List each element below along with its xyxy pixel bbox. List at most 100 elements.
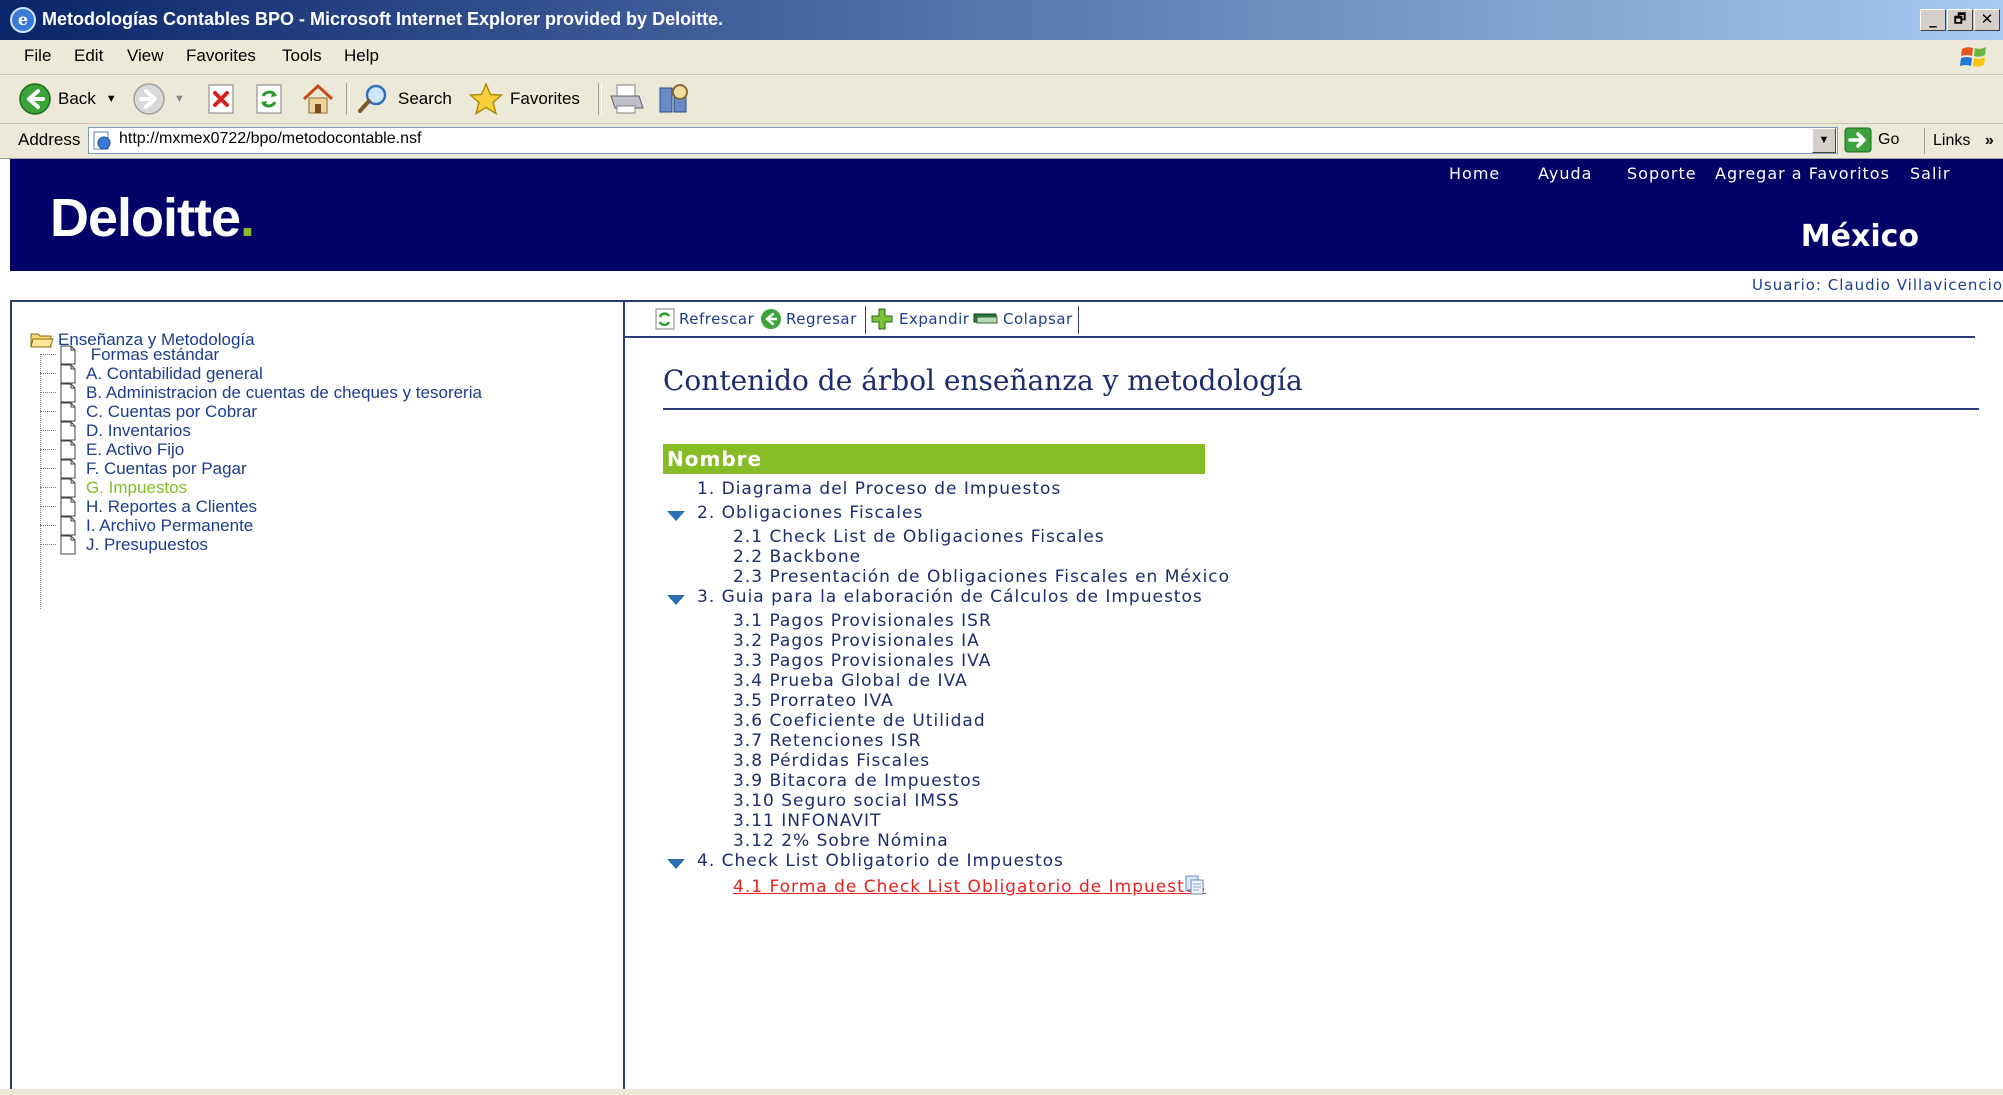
action-bar: Refrescar Regresar Expandir Colapsar — [625, 304, 1975, 338]
site-header: Deloitte. Home Ayuda Soporte Agregar a F… — [10, 159, 2003, 271]
tree-row[interactable]: 2.2 Backbone — [733, 547, 861, 567]
address-label: Address — [18, 130, 81, 149]
back-label: Regresar — [786, 310, 857, 328]
form-link-check-list[interactable]: 4.1 Forma de Check List Obligatorio de I… — [733, 877, 1206, 897]
tree-row[interactable]: 4. Check List Obligatorio de Impuestos — [697, 851, 1064, 871]
stop-icon — [208, 84, 234, 114]
star-icon — [468, 82, 504, 116]
nav-soporte[interactable]: Soporte — [1627, 164, 1697, 183]
tree-row[interactable]: 3.5 Prorrateo IVA — [733, 691, 894, 711]
search-button[interactable]: Search — [356, 80, 452, 118]
menu-help[interactable]: Help — [344, 46, 379, 66]
tree-row[interactable]: 3.2 Pagos Provisionales IA — [733, 631, 980, 651]
menu-file[interactable]: File — [24, 46, 51, 66]
expand-action[interactable]: Expandir — [871, 306, 969, 332]
menu-edit[interactable]: Edit — [74, 46, 103, 66]
tree-row[interactable]: 3.10 Seguro social IMSS — [733, 791, 960, 811]
navigation-tree-pane: Enseñanza y Metodología Formas estándar … — [10, 302, 625, 1095]
go-label: Go — [1878, 131, 1900, 148]
tree-row[interactable]: 2.3 Presentación de Obligaciones Fiscale… — [733, 567, 1230, 587]
links-label: Links — [1933, 132, 1971, 149]
tree-row[interactable]: 3.8 Pérdidas Fiscales — [733, 751, 930, 771]
copy-document-icon[interactable] — [1185, 875, 1205, 895]
refresh-label: Refrescar — [679, 310, 755, 328]
collapse-action[interactable]: Colapsar — [973, 306, 1073, 332]
menu-tools[interactable]: Tools — [282, 46, 322, 66]
refresh-icon — [655, 308, 675, 330]
internet-explorer-icon: e — [10, 7, 36, 33]
research-button[interactable] — [656, 80, 692, 118]
nav-agregar-favoritos[interactable]: Agregar a Favoritos — [1715, 164, 1890, 183]
printer-icon — [610, 84, 644, 114]
stop-button[interactable] — [206, 80, 236, 118]
expand-triangle-icon[interactable] — [667, 595, 685, 605]
tree-item-presupuestos[interactable]: J. Presupuestos — [40, 533, 208, 557]
address-input[interactable]: http://mxmex0722/bpo/metodocontable.nsf — [88, 127, 1838, 154]
collapse-minus-icon — [973, 313, 998, 324]
nav-salir[interactable]: Salir — [1910, 164, 1950, 183]
print-button[interactable] — [608, 80, 646, 118]
window-title: Metodologías Contables BPO - Microsoft I… — [42, 9, 724, 29]
column-header-nombre[interactable]: Nombre — [663, 444, 1205, 474]
nav-ayuda[interactable]: Ayuda — [1538, 164, 1592, 183]
back-button[interactable]: Back ▼ — [18, 80, 117, 118]
search-icon — [358, 84, 387, 113]
back-arrow-icon — [761, 309, 781, 329]
tree-row[interactable]: 3.9 Bitacora de Impuestos — [733, 771, 982, 791]
refresh-icon — [256, 84, 282, 114]
tree-row[interactable]: 3.4 Prueba Global de IVA — [733, 671, 968, 691]
restore-button[interactable]: 🗗 — [1947, 9, 1973, 31]
close-window-button[interactable]: ✕ — [1974, 9, 2000, 31]
minimize-button[interactable]: _ — [1920, 9, 1946, 31]
chevron-right-icon: » — [1984, 132, 1994, 149]
content-pane: Refrescar Regresar Expandir Colapsar Con… — [625, 302, 2003, 1095]
expand-triangle-icon[interactable] — [667, 511, 685, 521]
go-arrow-icon — [1844, 127, 1872, 153]
search-label: Search — [398, 89, 452, 108]
forward-button[interactable]: ▼ — [132, 80, 185, 118]
nav-home[interactable]: Home — [1449, 164, 1500, 183]
action-separator — [865, 306, 866, 334]
go-button[interactable]: Go — [1844, 127, 1899, 153]
title-divider — [663, 408, 1979, 410]
back-dropdown-icon[interactable]: ▼ — [106, 93, 117, 105]
favorites-button[interactable]: Favorites — [468, 80, 580, 118]
home-button[interactable] — [300, 80, 336, 118]
back-action[interactable]: Regresar — [760, 306, 857, 332]
forward-arrow-icon — [133, 83, 165, 115]
address-dropdown-icon[interactable]: ▼ — [1812, 128, 1836, 153]
back-label: Back — [58, 89, 96, 108]
tree-row[interactable]: 3.1 Pagos Provisionales ISR — [733, 611, 992, 631]
window-title-bar: e Metodologías Contables BPO - Microsoft… — [0, 0, 2003, 40]
forward-dropdown-icon[interactable]: ▼ — [174, 93, 185, 105]
page-icon — [93, 131, 111, 150]
menu-bar: File Edit View Favorites Tools Help — [0, 40, 2003, 75]
tree-row[interactable]: 2.1 Check List de Obligaciones Fiscales — [733, 527, 1105, 547]
refresh-action[interactable]: Refrescar — [655, 306, 754, 332]
tree-row[interactable]: 3.3 Pagos Provisionales IVA — [733, 651, 991, 671]
action-separator — [1078, 306, 1079, 334]
expand-triangle-icon[interactable] — [667, 859, 685, 869]
menu-view[interactable]: View — [127, 46, 164, 66]
tree-row[interactable]: 3.7 Retenciones ISR — [733, 731, 921, 751]
address-bar: Address http://mxmex0722/bpo/metodoconta… — [0, 124, 2003, 159]
deloitte-logo: Deloitte. — [50, 188, 255, 248]
menu-favorites[interactable]: Favorites — [186, 46, 256, 66]
tree-row[interactable]: 3. Guia para la elaboración de Cálculos … — [697, 587, 1203, 607]
page-title: Contenido de árbol enseñanza y metodolog… — [663, 364, 1303, 397]
toolbar-separator — [598, 83, 602, 115]
tree-row[interactable]: 2. Obligaciones Fiscales — [697, 503, 923, 523]
refresh-button[interactable] — [254, 80, 284, 118]
tree-item-label: J. Presupuestos — [86, 535, 208, 554]
tree-row[interactable]: 3.11 INFONAVIT — [733, 811, 881, 831]
favorites-label: Favorites — [510, 89, 580, 108]
expand-label: Expandir — [899, 310, 970, 328]
links-button[interactable]: Links » — [1924, 128, 1994, 154]
tree-row[interactable]: 3.6 Coeficiente de Utilidad — [733, 711, 986, 731]
address-url: http://mxmex0722/bpo/metodocontable.nsf — [119, 130, 422, 147]
back-arrow-icon — [19, 83, 51, 115]
expand-plus-icon — [871, 308, 893, 330]
tree-row[interactable]: 1. Diagrama del Proceso de Impuestos — [697, 479, 1061, 499]
tree-row[interactable]: 3.12 2% Sobre Nómina — [733, 831, 949, 851]
research-icon — [659, 84, 688, 113]
